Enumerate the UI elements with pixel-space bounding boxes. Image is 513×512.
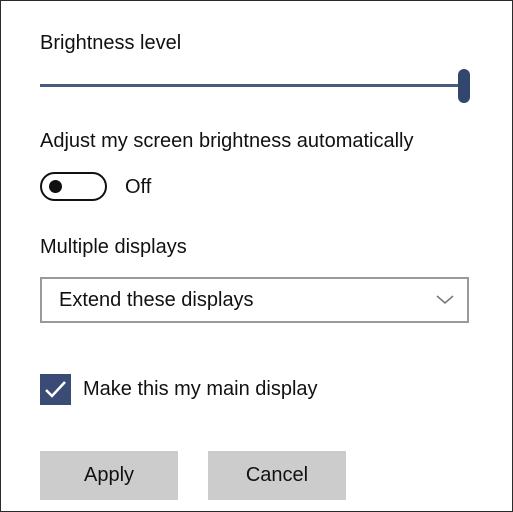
checkmark-icon [45,381,66,398]
apply-button[interactable]: Apply [40,451,178,500]
auto-brightness-label: Adjust my screen brightness automaticall… [40,130,414,152]
multiple-displays-dropdown[interactable]: Extend these displays [40,277,469,323]
auto-brightness-toggle[interactable] [40,172,107,201]
brightness-label: Brightness level [40,32,182,54]
display-settings-panel: Brightness level Adjust my screen bright… [0,0,513,512]
cancel-button[interactable]: Cancel [208,451,346,500]
slider-thumb[interactable] [458,69,470,103]
slider-track[interactable] [40,84,462,87]
dropdown-selected-value: Extend these displays [59,289,254,311]
brightness-slider[interactable] [40,69,470,103]
multiple-displays-label: Multiple displays [40,236,187,258]
toggle-knob [49,180,62,193]
chevron-down-icon [436,295,454,304]
main-display-checkbox[interactable] [40,374,71,405]
main-display-label: Make this my main display [83,378,318,400]
toggle-state-label: Off [125,176,152,198]
